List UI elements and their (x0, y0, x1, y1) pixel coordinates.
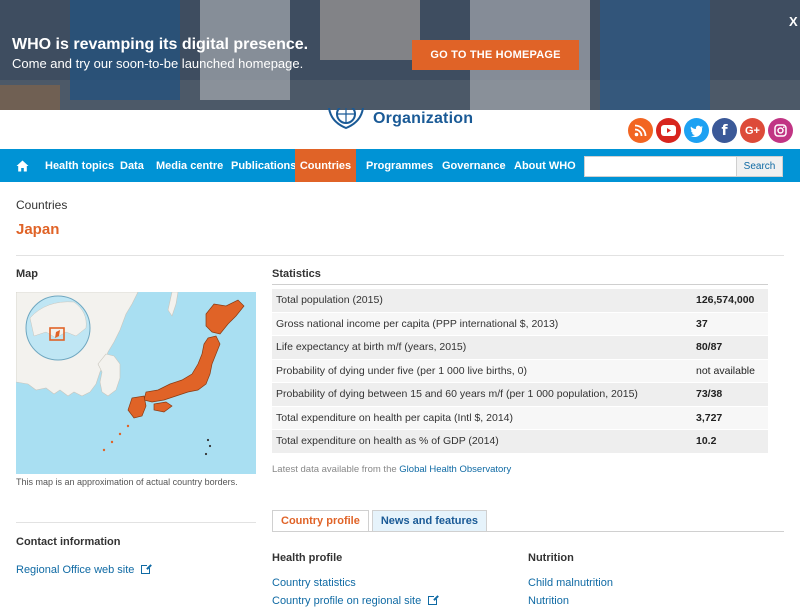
logo-text: Organization (373, 110, 474, 127)
country-statistics-link[interactable]: Country statistics (272, 577, 356, 589)
country-map (16, 292, 256, 474)
stat-value: 10.2 (696, 435, 717, 448)
divider (16, 522, 256, 523)
facebook-icon[interactable]: f (712, 118, 737, 143)
table-row: Total population (2015) 126,574,000 (272, 289, 768, 313)
tab-divider (272, 531, 784, 532)
go-to-homepage-button[interactable]: GO TO THE HOMEPAGE (412, 40, 579, 70)
profile-tabs: Country profile News and features (272, 510, 488, 532)
stat-label: Total population (2015) (276, 294, 383, 307)
nav-programmes[interactable]: Programmes (366, 149, 433, 182)
un-emblem-icon (328, 108, 364, 130)
stat-value: 37 (696, 317, 708, 330)
stat-label: Gross national income per capita (PPP in… (276, 317, 559, 330)
japan-map-image (16, 292, 256, 474)
external-link-icon (428, 594, 440, 605)
banner-subtitle: Come and try our soon-to-be launched hom… (12, 56, 304, 71)
table-row: Probability of dying under five (per 1 0… (272, 359, 768, 383)
nav-data[interactable]: Data (120, 149, 144, 182)
table-row: Total expenditure on health as % of GDP … (272, 430, 768, 454)
stat-value: 73/38 (696, 388, 723, 401)
rss-icon[interactable] (628, 118, 653, 143)
country-profile-regional-link-label: Country profile on regional site (272, 595, 422, 607)
statistics-table: Total population (2015) 126,574,000 Gros… (272, 289, 768, 454)
health-profile-heading: Health profile (272, 552, 343, 564)
stat-label: Total expenditure on health as % of GDP … (276, 435, 499, 448)
external-link-icon (141, 563, 153, 574)
nutrition-link[interactable]: Nutrition (528, 595, 569, 607)
global-health-observatory-link[interactable]: Global Health Observatory (399, 464, 511, 475)
instagram-icon[interactable] (768, 118, 793, 143)
nav-health-topics[interactable]: Health topics (45, 149, 114, 182)
country-profile-regional-link[interactable]: Country profile on regional site (272, 594, 440, 607)
latest-data-text: Latest data available from the (272, 464, 397, 475)
contact-heading: Contact information (16, 536, 121, 548)
stat-value: not available (696, 364, 755, 377)
stat-label: Life expectancy at birth m/f (years, 201… (276, 341, 467, 354)
child-malnutrition-link[interactable]: Child malnutrition (528, 577, 613, 589)
search-button[interactable]: Search (736, 156, 783, 177)
search-input[interactable] (584, 156, 737, 177)
tab-news-and-features[interactable]: News and features (371, 510, 488, 532)
nav-about-who[interactable]: About WHO (514, 149, 576, 182)
table-row: Life expectancy at birth m/f (years, 201… (272, 336, 768, 360)
banner-title: WHO is revamping its digital presence. (12, 36, 309, 53)
divider (16, 255, 784, 256)
page-title: Japan (16, 221, 60, 238)
banner-close-button[interactable]: X (789, 14, 798, 29)
stat-label: Total expenditure on health per capita (… (276, 411, 513, 424)
nutrition-heading: Nutrition (528, 552, 574, 564)
statistics-heading: Statistics (272, 268, 321, 280)
stat-value: 126,574,000 (696, 294, 755, 307)
map-heading: Map (16, 268, 38, 280)
stat-label: Probability of dying between 15 and 60 y… (276, 388, 638, 401)
latest-data-note: Latest data available from the Global He… (272, 464, 511, 475)
stat-value: 80/87 (696, 341, 723, 354)
youtube-icon[interactable] (656, 118, 681, 143)
home-icon[interactable] (16, 149, 30, 182)
map-caption: This map is an approximation of actual c… (16, 477, 238, 487)
social-links: f G+ (628, 118, 793, 143)
google-plus-icon[interactable]: G+ (740, 118, 765, 143)
stat-value: 3,727 (696, 411, 723, 424)
nav-publications[interactable]: Publications (231, 149, 296, 182)
who-logo[interactable]: Organization (325, 108, 473, 130)
table-row: Probability of dying between 15 and 60 y… (272, 383, 768, 407)
regional-office-link[interactable]: Regional Office web site (16, 563, 153, 576)
table-row: Total expenditure on health per capita (… (272, 406, 768, 430)
nav-media-centre[interactable]: Media centre (156, 149, 223, 182)
revamp-banner: WHO is revamping its digital presence. C… (0, 0, 800, 110)
nav-governance[interactable]: Governance (442, 149, 506, 182)
tab-country-profile[interactable]: Country profile (272, 510, 369, 532)
twitter-icon[interactable] (684, 118, 709, 143)
regional-office-link-label: Regional Office web site (16, 564, 135, 576)
divider (272, 284, 768, 285)
breadcrumb[interactable]: Countries (16, 198, 67, 212)
stat-label: Probability of dying under five (per 1 0… (276, 364, 527, 377)
nav-countries[interactable]: Countries (295, 149, 356, 182)
table-row: Gross national income per capita (PPP in… (272, 312, 768, 336)
